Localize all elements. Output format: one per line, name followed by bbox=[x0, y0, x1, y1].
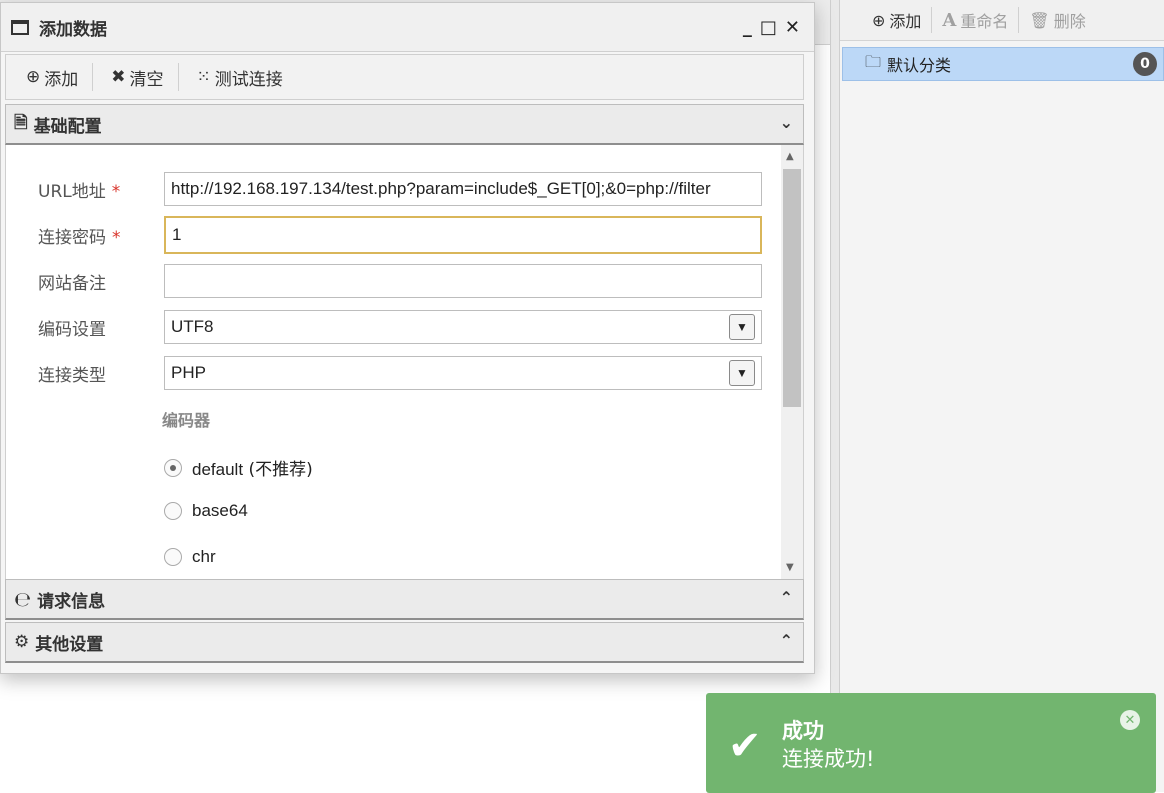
window-icon bbox=[11, 19, 29, 35]
encoder-option-chr[interactable]: chr bbox=[164, 547, 216, 567]
encoder-label: 编码器 bbox=[162, 411, 211, 430]
category-item-default[interactable]: 🗀 默认分类 0 bbox=[842, 47, 1164, 81]
toolbar-separator bbox=[177, 63, 179, 91]
section-request-header[interactable]: ℮ 请求信息 ⌃ bbox=[5, 579, 804, 620]
url-row: URL地址 * http://192.168.197.134/test.php?p… bbox=[6, 171, 766, 207]
scroll-up-icon[interactable]: ▲ bbox=[786, 151, 794, 162]
encoder-option-default[interactable]: default (不推荐) bbox=[164, 455, 313, 480]
chevron-up-icon: ⌃ bbox=[779, 631, 793, 650]
encoding-select[interactable]: UTF8 ▼ bbox=[164, 310, 762, 344]
check-icon: ✔ bbox=[728, 723, 762, 769]
section-basic-header[interactable]: 🗎 基础配置 ⌄ bbox=[5, 104, 804, 145]
password-input[interactable]: 1 bbox=[164, 216, 762, 254]
edge-icon: ℮ bbox=[14, 587, 32, 611]
close-icon[interactable]: ✕ bbox=[1120, 710, 1140, 730]
folder-icon: 🗀 bbox=[865, 51, 882, 71]
add-data-dialog: 添加数据 _ □ ✕ ⊕ 添加 ✖ 清空 ⁙ 测试连接 🗎 基础配置 ⌄ URL… bbox=[0, 2, 815, 674]
password-label: 连接密码 * bbox=[38, 227, 121, 248]
toolbar-separator bbox=[92, 63, 94, 91]
scrollbar-thumb[interactable] bbox=[783, 169, 801, 407]
clear-button[interactable]: ✖ 清空 bbox=[107, 65, 177, 90]
file-text-icon: 🗎 bbox=[14, 112, 28, 133]
chevron-up-icon: ⌃ bbox=[779, 588, 793, 607]
window-controls: _ □ ✕ bbox=[743, 17, 800, 38]
encoder-option-base64[interactable]: base64 bbox=[164, 501, 248, 521]
section-basic-body: URL地址 * http://192.168.197.134/test.php?p… bbox=[5, 145, 804, 579]
radio-icon[interactable] bbox=[164, 502, 182, 520]
x-icon: ✖ bbox=[111, 67, 126, 87]
type-row: 连接类型 PHP ▼ bbox=[6, 355, 766, 391]
test-connection-button[interactable]: ⁙ 测试连接 bbox=[193, 65, 297, 90]
required-mark: * bbox=[112, 227, 121, 248]
chevron-down-icon: ▼ bbox=[729, 360, 755, 386]
note-input[interactable] bbox=[164, 264, 762, 298]
plus-circle-icon: ⊕ bbox=[26, 67, 41, 87]
section-other-header[interactable]: ⚙ 其他设置 ⌃ bbox=[5, 622, 804, 663]
success-toast: ✔ 成功 连接成功! ✕ bbox=[706, 693, 1156, 793]
spinner-icon: ⁙ bbox=[196, 67, 211, 87]
dialog-toolbar: ⊕ 添加 ✖ 清空 ⁙ 测试连接 bbox=[5, 54, 804, 100]
category-rename-button[interactable]: A 重命名 bbox=[932, 0, 1018, 40]
category-count-badge: 0 bbox=[1133, 52, 1157, 76]
category-delete-button[interactable]: 🗑 删除 bbox=[1019, 0, 1095, 40]
encoding-label: 编码设置 bbox=[38, 319, 106, 340]
dialog-title: 添加数据 bbox=[39, 19, 107, 40]
close-icon[interactable]: ✕ bbox=[785, 17, 800, 38]
gears-icon: ⚙ bbox=[14, 632, 30, 652]
trash-icon: 🗑 bbox=[1029, 10, 1050, 30]
radio-icon[interactable] bbox=[164, 548, 182, 566]
note-row: 网站备注 bbox=[6, 263, 766, 299]
category-panel: ⊕ 添加 A 重命名 🗑 删除 🗀 默认分类 0 bbox=[840, 0, 1164, 792]
dialog-titlebar[interactable]: 添加数据 _ □ ✕ bbox=[1, 3, 814, 52]
chevron-down-icon: ▼ bbox=[729, 314, 755, 340]
minimize-icon[interactable]: _ bbox=[743, 17, 752, 38]
font-icon: A bbox=[942, 9, 957, 31]
radio-checked-icon[interactable] bbox=[164, 458, 182, 477]
password-row: 连接密码 * 1 bbox=[6, 216, 766, 254]
vertical-scrollbar[interactable]: ▲ ▼ bbox=[781, 145, 803, 579]
type-label: 连接类型 bbox=[38, 365, 106, 386]
type-select[interactable]: PHP ▼ bbox=[164, 356, 762, 390]
plus-circle-icon: ⊕ bbox=[872, 10, 886, 30]
maximize-icon[interactable]: □ bbox=[760, 17, 777, 38]
scroll-down-icon[interactable]: ▼ bbox=[786, 562, 794, 573]
encoding-row: 编码设置 UTF8 ▼ bbox=[6, 309, 766, 345]
category-toolbar: ⊕ 添加 A 重命名 🗑 删除 bbox=[840, 0, 1164, 41]
toast-title: 成功 bbox=[782, 719, 824, 743]
note-label: 网站备注 bbox=[38, 273, 106, 294]
required-mark: * bbox=[111, 181, 121, 202]
url-label: URL地址 * bbox=[38, 181, 121, 202]
url-input[interactable]: http://192.168.197.134/test.php?param=in… bbox=[164, 172, 762, 206]
chevron-down-icon: ⌄ bbox=[779, 113, 793, 132]
toast-message: 连接成功! bbox=[782, 747, 875, 771]
category-add-button[interactable]: ⊕ 添加 bbox=[862, 0, 931, 40]
add-button[interactable]: ⊕ 添加 bbox=[22, 65, 92, 90]
pane-splitter[interactable] bbox=[830, 0, 840, 792]
